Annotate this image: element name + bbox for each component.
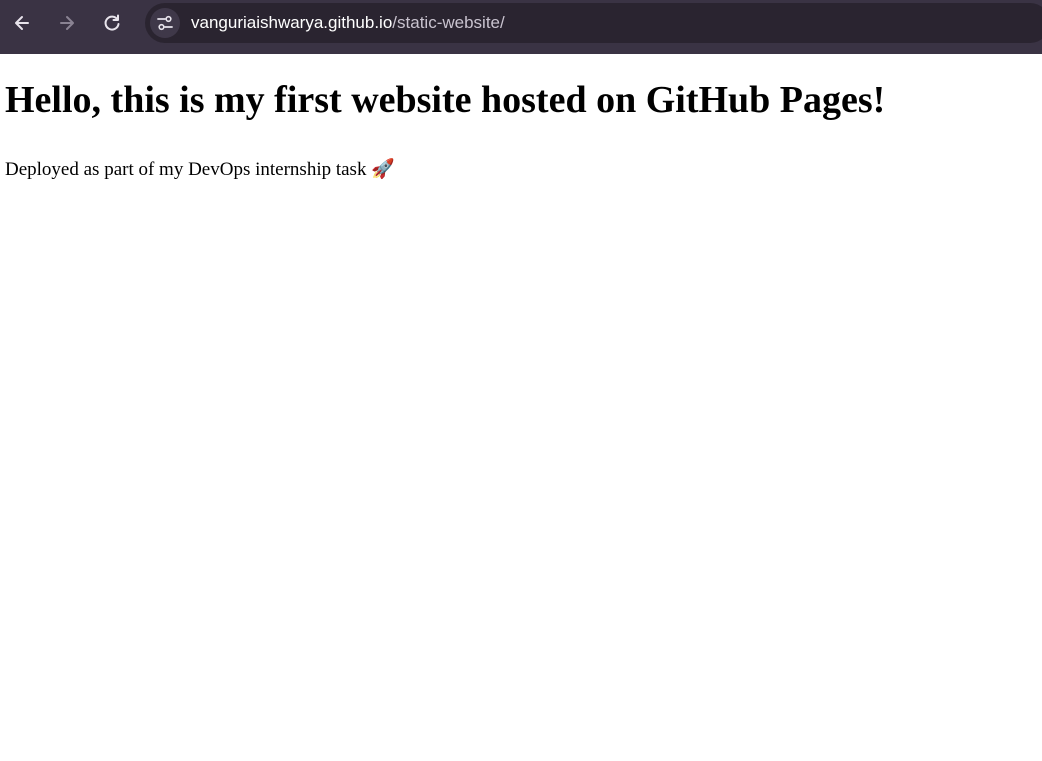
url-path: /static-website/ [392,13,505,32]
url-text[interactable]: vanguriaishwarya.github.io/static-websit… [191,3,505,43]
back-arrow-icon [15,16,29,30]
site-info-button[interactable] [150,8,180,38]
page-paragraph: Deployed as part of my DevOps internship… [5,159,395,180]
web-page-content: Hello, this is my first website hosted o… [0,54,1042,761]
reload-button[interactable] [95,6,129,40]
browser-toolbar: vanguriaishwarya.github.io/static-websit… [0,0,1042,48]
address-bar[interactable]: vanguriaishwarya.github.io/static-websit… [145,3,1042,43]
reload-icon [104,14,120,31]
url-host: vanguriaishwarya.github.io [191,13,393,32]
forward-arrow-icon [60,16,74,30]
page-heading: Hello, this is my first website hosted o… [5,79,886,121]
back-button[interactable] [5,6,39,40]
site-settings-icon [157,15,173,31]
forward-button[interactable] [50,6,84,40]
